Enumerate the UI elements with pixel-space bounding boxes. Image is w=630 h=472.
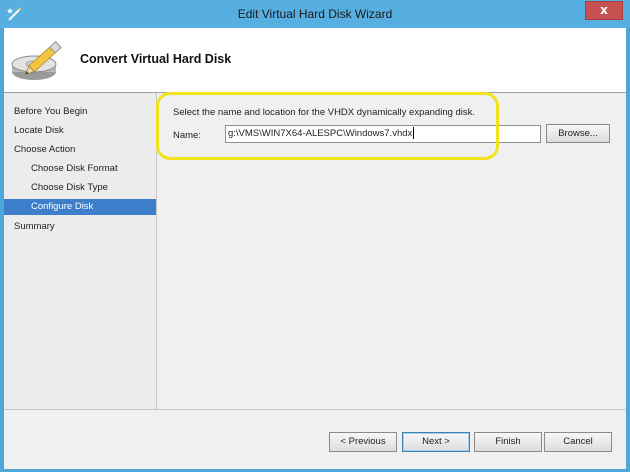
next-button[interactable]: Next > — [402, 432, 470, 452]
hard-disk-pencil-icon — [11, 41, 62, 80]
window-title: Edit Virtual Hard Disk Wizard — [237, 7, 393, 21]
cancel-button[interactable]: Cancel — [544, 432, 612, 452]
finish-button[interactable]: Finish — [474, 432, 542, 452]
wizard-step-nav: Before You Begin Locate Disk Choose Acti… — [4, 93, 157, 409]
nav-item-before-you-begin[interactable]: Before You Begin — [4, 104, 156, 120]
wizard-window: Edit Virtual Hard Disk Wizard x Convert … — [0, 0, 630, 472]
title-bar[interactable]: Edit Virtual Hard Disk Wizard x — [0, 0, 630, 28]
close-button[interactable]: x — [585, 1, 623, 20]
nav-item-locate-disk[interactable]: Locate Disk — [4, 123, 156, 139]
nav-item-choose-action[interactable]: Choose Action — [4, 142, 156, 158]
browse-button[interactable]: Browse... — [546, 124, 610, 143]
previous-button[interactable]: < Previous — [329, 432, 397, 452]
nav-item-summary[interactable]: Summary — [4, 219, 156, 235]
page-title: Convert Virtual Hard Disk — [80, 52, 232, 66]
nav-item-configure-disk[interactable]: Configure Disk — [4, 199, 156, 215]
nav-item-choose-disk-type[interactable]: Choose Disk Type — [4, 180, 156, 196]
nav-item-choose-disk-format[interactable]: Choose Disk Format — [4, 161, 156, 177]
wizard-footer: < Previous Next > Finish Cancel — [4, 409, 626, 469]
wizard-header: Convert Virtual Hard Disk — [4, 28, 626, 93]
highlight-annotation — [156, 92, 499, 160]
